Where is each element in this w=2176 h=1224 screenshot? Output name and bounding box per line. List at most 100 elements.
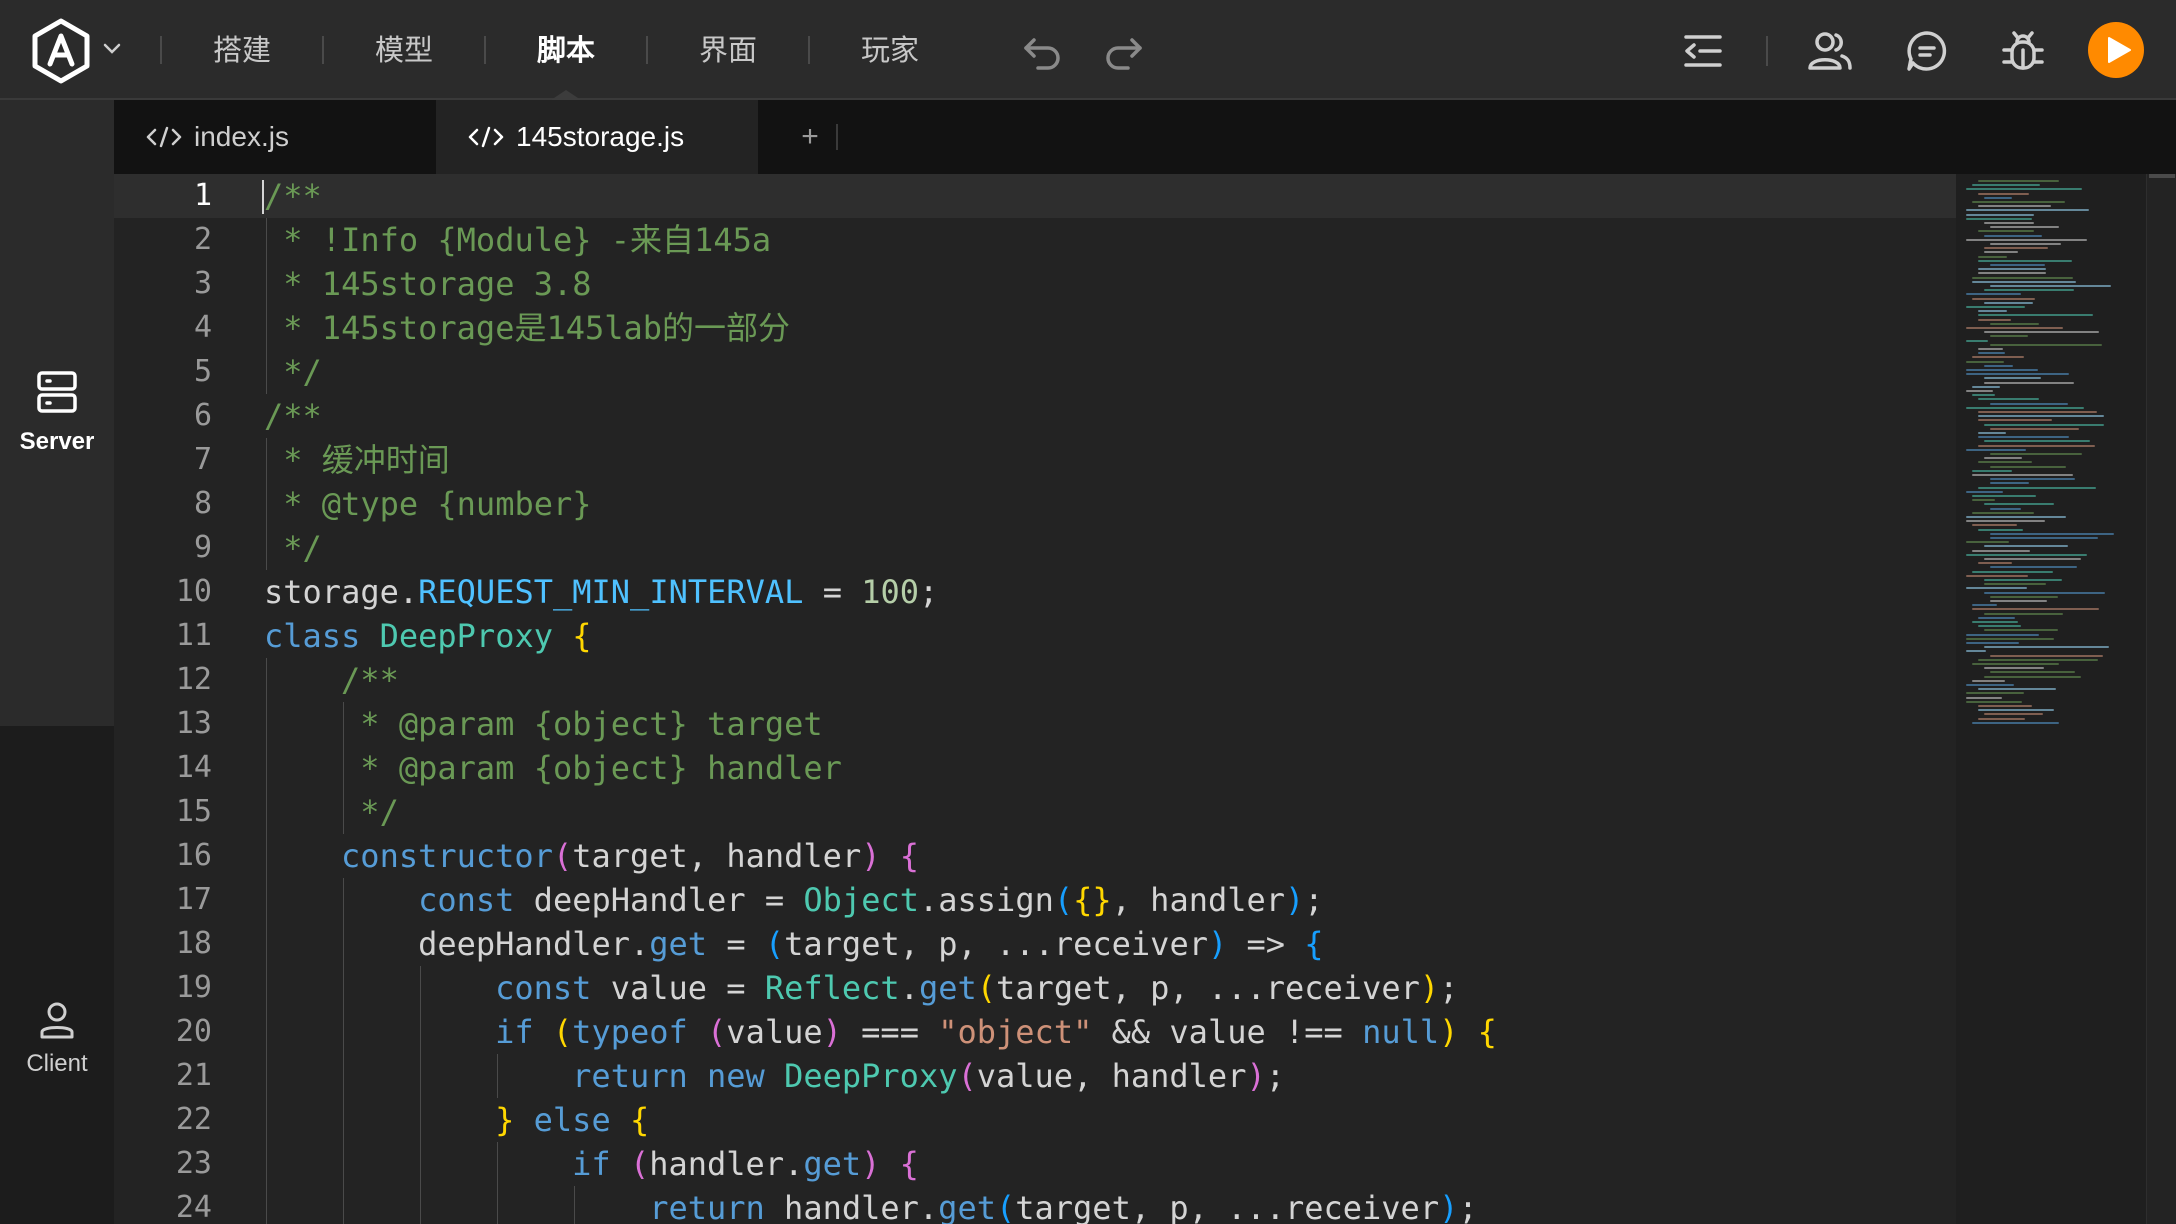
indent-guide — [266, 878, 267, 922]
tab-player[interactable]: 玩家 — [810, 0, 970, 100]
minimap-line — [1984, 251, 2018, 254]
code-token: ; — [1265, 1057, 1285, 1095]
code-token: "object" — [938, 1013, 1093, 1051]
indent-guide — [266, 790, 267, 834]
code-editor[interactable]: 1 2 3 4 5 6 7 8 9 10 11 12 13 14 15 16 17 18 19 20 21 22 23 24 … — [114, 174, 1956, 1224]
minimap-line — [1978, 444, 2095, 447]
indent-guide — [266, 922, 267, 966]
code-token: { — [572, 617, 592, 655]
file-tab-label: index.js — [194, 121, 289, 152]
tab-build[interactable]: 搭建 — [162, 0, 322, 100]
redo-button[interactable] — [1100, 28, 1146, 74]
minimap-line — [1978, 192, 2029, 195]
sidebar-item-client[interactable]: Client — [0, 980, 114, 1100]
indent-guide — [266, 1010, 267, 1054]
code-line: */ — [264, 350, 322, 394]
minimap-line — [1984, 457, 2022, 460]
run-button[interactable] — [2088, 22, 2144, 78]
tab-model[interactable]: 模型 — [324, 0, 484, 100]
minimap-line — [1966, 684, 2014, 686]
chat-button[interactable] — [1904, 28, 1950, 74]
indent-guide — [343, 966, 345, 1010]
code-line: * 缓冲时间 — [264, 438, 450, 482]
chat-icon — [1907, 31, 1947, 71]
line-number: 12 — [175, 662, 212, 697]
code-token: * 缓冲时间 — [264, 441, 450, 479]
minimap-line — [1984, 247, 2048, 250]
minimap-line — [1966, 213, 2034, 216]
code-line: if (typeof (value) === "object" && value… — [495, 1010, 1497, 1054]
minimap-line — [1978, 658, 2098, 661]
code-line: constructor(target, handler) { — [341, 834, 919, 878]
sidebar-item-label: Server — [19, 428, 95, 455]
code-line: /** — [264, 174, 322, 218]
code-token: ) — [1439, 1013, 1459, 1051]
undo-button[interactable] — [1020, 28, 1066, 74]
app-logo-icon[interactable] — [28, 18, 94, 84]
sidebar-item-server[interactable]: Server — [0, 100, 114, 726]
indent-left-icon — [1684, 35, 1722, 67]
code-line: return new DeepProxy(value, handler); — [572, 1054, 1285, 1098]
file-tab-145storage[interactable]: 145storage.js — [436, 100, 758, 174]
chevron-down-icon[interactable] — [100, 36, 124, 60]
minimap-line — [1978, 432, 2006, 434]
code-token: => — [1227, 925, 1305, 963]
sidebar-item-label: Client — [26, 1050, 88, 1077]
minimap-line — [1990, 595, 2058, 598]
code-token: return — [649, 1189, 765, 1224]
current-line-highlight — [114, 174, 1956, 218]
minimap-line — [1978, 411, 2097, 413]
minimap-line — [1984, 558, 2081, 560]
minimap-line — [1966, 587, 2027, 590]
code-token: REQUEST_MIN_INTERVAL — [418, 573, 804, 611]
code-token: && value !== — [1092, 1013, 1363, 1051]
indent-guide — [420, 966, 422, 1010]
code-token: { — [899, 1145, 919, 1183]
code-token: handler. — [649, 1145, 804, 1183]
code-token: ; — [919, 573, 939, 611]
line-number: 9 — [193, 530, 212, 565]
minimap-line — [1978, 709, 2054, 712]
line-number: 22 — [175, 1102, 212, 1137]
code-token: DeepProxy — [784, 1057, 958, 1095]
tab-ui[interactable]: 界面 — [648, 0, 808, 100]
users-button[interactable] — [1806, 28, 1852, 74]
minimap-line — [1978, 180, 2059, 182]
minimap-line — [1984, 423, 2104, 426]
tab-script[interactable]: 脚本 — [486, 0, 646, 102]
code-token: ; — [1439, 969, 1459, 1007]
debug-button[interactable] — [2000, 28, 2046, 74]
code-token: value = — [591, 969, 765, 1007]
code-token: * @param {object} target — [341, 705, 823, 743]
line-number: 19 — [175, 970, 212, 1005]
code-token: constructor — [341, 837, 553, 875]
minimap-line — [1990, 453, 2082, 455]
minimap-line — [1978, 528, 2023, 531]
add-tab-button[interactable]: + — [780, 100, 840, 174]
code-token: ( — [552, 837, 573, 875]
code-minimap[interactable] — [1956, 174, 2146, 1224]
code-line: const deepHandler = Object.assign({}, ha… — [418, 878, 1323, 922]
minimap-line — [1972, 524, 2017, 527]
minimap-line — [1966, 339, 1988, 342]
minimap-line — [1978, 461, 2032, 464]
vertical-scrollbar[interactable] — [2146, 174, 2176, 1224]
top-toolbar: 搭建 模型 脚本 界面 玩家 — [0, 0, 2176, 102]
collapse-panel-button[interactable] — [1680, 28, 1726, 74]
code-token: const — [495, 969, 592, 1007]
code-line: class DeepProxy { — [264, 614, 592, 658]
minimap-line — [1984, 331, 2099, 334]
minimap-line — [1990, 335, 2028, 338]
scrollbar-thumb[interactable] — [2149, 174, 2175, 178]
code-line: * @param {object} handler — [341, 746, 842, 790]
minimap-line — [1984, 364, 2013, 367]
undo-icon — [1024, 38, 1060, 70]
code-token: deepHandler = — [514, 881, 804, 919]
minimap-line — [1990, 478, 2075, 481]
file-tab-index[interactable]: index.js — [114, 100, 436, 174]
minimap-line — [1978, 272, 2046, 275]
